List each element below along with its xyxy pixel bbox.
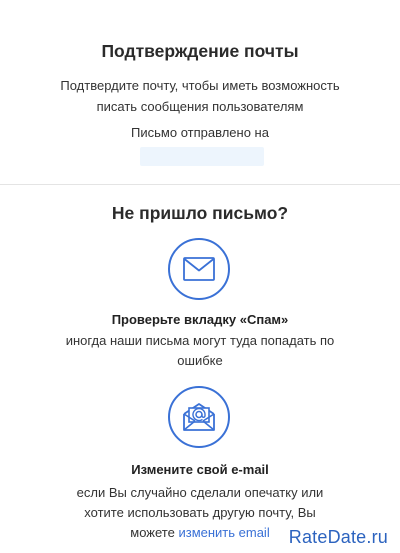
- envelope-at-icon-svg: [183, 403, 215, 431]
- email-confirmation-page: Подтверждение почты Подтвердите почту, ч…: [0, 0, 400, 553]
- change-email-link[interactable]: изменить email: [178, 525, 269, 540]
- description-line-1: Подтвердите почту, чтобы иметь возможнос…: [60, 78, 340, 93]
- page-title: Подтверждение почты: [101, 41, 299, 61]
- envelope-at-icon: [168, 386, 230, 448]
- envelope-icon: [168, 238, 230, 300]
- tip-change-email-title: Измените свой e-mail: [131, 462, 269, 477]
- tip-spam-text-line-1: иногда наши письма могут туда попадать п…: [65, 333, 335, 348]
- tip-spam-title: Проверьте вкладку «Спам»: [111, 312, 289, 327]
- tip-change-email-text-line-1: если Вы случайно сделали опечатку или: [76, 485, 324, 500]
- divider: [0, 184, 400, 185]
- sent-label: Письмо отправлено на: [131, 125, 269, 140]
- description-line-2: писать сообщения пользователям: [96, 99, 304, 114]
- tip-change-email-text-line-2: хотите использовать другую почту, Вы: [84, 505, 316, 520]
- envelope-icon-svg: [183, 257, 215, 281]
- tip-spam-text: иногда наши письма могут туда попадать п…: [40, 331, 360, 371]
- tip-spam-text-line-2: ошибке: [177, 353, 223, 368]
- no-email-heading: Не пришло письмо?: [111, 203, 289, 223]
- tip-change-email-prefix: можете: [130, 525, 175, 540]
- watermark: RateDate.ru: [287, 526, 389, 548]
- masked-email-address: [140, 147, 264, 166]
- confirmation-section: Подтверждение почты Подтвердите почту, ч…: [0, 0, 400, 184]
- confirmation-description: Подтвердите почту, чтобы иметь возможнос…: [0, 75, 400, 117]
